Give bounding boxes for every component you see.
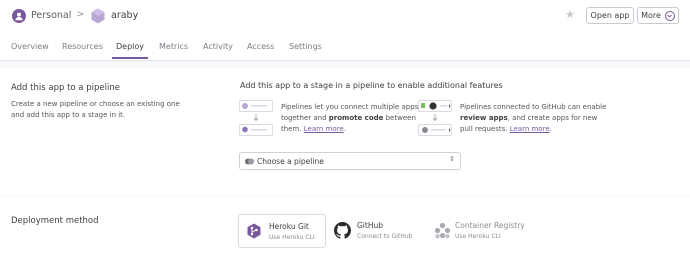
tab-access[interactable]: Access [247,42,274,51]
pipeline-github-illustration-icon [418,100,452,136]
favorite-star-icon[interactable]: ★ [565,8,575,21]
tab-deploy[interactable]: Deploy [116,42,144,51]
user-avatar-icon[interactable] [12,9,26,23]
select-arrows-icon: ⇕ [449,155,455,163]
open-app-label: Open app [590,11,630,20]
tab-overview[interactable]: Overview [11,42,49,51]
breadcrumb-separator: > [76,9,85,20]
github-title: GitHub [357,221,383,230]
app-hexagon-icon [91,8,105,24]
choose-pipeline-select[interactable]: Choose a pipeline ⇕ [239,152,461,170]
choose-pipeline-label: Choose a pipeline [257,157,324,166]
container-registry-icon [434,222,451,239]
feature-bold-text: review apps [460,114,508,122]
more-button[interactable]: More [637,7,679,24]
tab-activity[interactable]: Activity [203,42,233,51]
breadcrumb-account[interactable]: Personal [31,10,71,21]
deployment-method-title: Deployment method [11,216,99,226]
container-registry-method[interactable]: Container Registry Use Heroku CLI [432,214,532,248]
container-registry-title: Container Registry [455,221,525,230]
pipeline-feature-promote: Pipelines let you connect multiple apps … [281,102,429,135]
feature-text: . [549,125,552,133]
learn-more-link[interactable]: Learn more [510,125,550,133]
heroku-git-method[interactable]: Heroku Git Use Heroku CLI [238,214,326,248]
more-label: More [641,11,661,20]
github-subtitle: Connect to GitHub [357,233,413,240]
open-app-button[interactable]: Open app [586,7,634,24]
pipeline-section-description: Create a new pipeline or choose an exist… [11,100,180,119]
heroku-git-title: Heroku Git [269,222,309,231]
pipeline-feature-github: Pipelines connected to GitHub can enable… [460,102,608,135]
tab-settings[interactable]: Settings [289,42,322,51]
pipeline-features-title: Add this app to a stage in a pipeline to… [240,81,503,90]
github-icon [334,222,351,239]
pipeline-section-title: Add this app to a pipeline [11,83,120,93]
active-tab-indicator [112,57,148,59]
heroku-git-subtitle: Use Heroku CLI [269,234,315,241]
feature-bold-text: promote code [328,114,384,122]
heroku-git-icon [247,223,261,239]
github-method[interactable]: GitHub Connect to GitHub [332,214,422,248]
container-registry-subtitle: Use Heroku CLI [455,233,501,240]
chevron-down-icon [664,10,675,21]
breadcrumb-app-name[interactable]: araby [111,10,138,21]
tab-resources[interactable]: Resources [62,42,103,51]
tab-metrics[interactable]: Metrics [159,42,188,51]
learn-more-link[interactable]: Learn more [304,125,344,133]
top-bar: Personal > araby ★ Open app More [0,0,690,33]
feature-text: . [343,125,346,133]
pipeline-promote-illustration-icon [239,100,273,136]
pipeline-icon [245,158,254,165]
app-tabs: Overview Resources Deploy Metrics Activi… [0,33,690,61]
feature-text: Pipelines connected to GitHub can enable [460,103,607,111]
